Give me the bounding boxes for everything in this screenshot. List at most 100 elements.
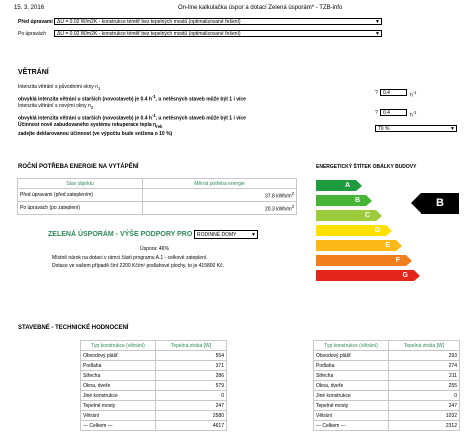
recuperation-label: Účinnost nově zabudovaného systému rekup…: [18, 122, 163, 129]
date: 15. 3. 2016: [14, 5, 45, 11]
after-select[interactable]: ΔU = 0.02 W/m2K - konstrukce téměř bez t…: [54, 30, 382, 37]
heat-loss-value: 2580: [155, 410, 227, 421]
construction-name: Střecha: [313, 370, 389, 381]
heat-loss-value: 247: [155, 400, 227, 411]
new-vent-label: Intenzita větrání s novými okny n2: [18, 103, 94, 110]
heat-loss-value: 247: [388, 400, 460, 411]
col-state-header: Stav objektu: [17, 178, 143, 189]
energy-class-bar-b: B: [316, 195, 372, 206]
support-line-2: Místně nárok na dotaci v rámci části pro…: [52, 255, 208, 261]
orig-vent-label: Intenzita větrání s původními okny n1: [18, 84, 101, 91]
table-row: Větrání 1032: [313, 410, 460, 421]
new-vent-help[interactable]: ?: [375, 110, 378, 116]
bar-arrow-tip: [366, 195, 372, 206]
col-type-header: Typ konstrukce (větrání): [80, 340, 156, 351]
chevron-down-icon: ▼: [375, 31, 380, 37]
bar-arrow-tip: [396, 240, 402, 251]
heat-loss-value: 211: [388, 370, 460, 381]
energy-class-label: A: [344, 182, 350, 189]
orig-vent-help[interactable]: ?: [375, 90, 378, 96]
energy-class-label: C: [364, 212, 370, 219]
table-row: --- Celkem --- 4617: [80, 420, 227, 431]
recuperation-hint: zadejte deklarovanou účinnost (ve výpočt…: [18, 131, 173, 137]
construction-name: Obvodový plášť: [313, 350, 389, 361]
heat-loss-value: 286: [155, 370, 227, 381]
table-row: Po úpravách (po zateplení) 20.3 kWh/m2: [17, 201, 297, 215]
support-select[interactable]: RODINNÉ DOMY ▼: [194, 230, 258, 239]
table-row: Obvodový plášť 554: [80, 350, 227, 361]
heat-loss-value: 0: [388, 390, 460, 401]
need-cell: 37.8 kWh/m2: [142, 188, 297, 202]
construction-name: Podlaha: [80, 360, 156, 371]
state-cell: Před úpravami (před zateplením): [17, 188, 143, 202]
loss-table-before: Typ konstrukce (větrání) Tepelná ztráta …: [80, 340, 227, 431]
table-row: Jiné konstrukce 0: [80, 390, 227, 401]
chevron-down-icon: ▼: [450, 126, 455, 132]
construction-name: --- Celkem ---: [80, 420, 156, 431]
table-row: Okna, dveře 579: [80, 380, 227, 391]
construction-name: --- Celkem ---: [313, 420, 389, 431]
after-label: Po úpravách: [18, 31, 47, 37]
energy-class-label: E: [385, 242, 390, 249]
energy-class-bar-a: A: [316, 180, 362, 191]
need-cell: 20.3 kWh/m2: [142, 201, 297, 215]
chevron-down-icon: ▼: [251, 232, 256, 238]
table-row: Jiné konstrukce 0: [313, 390, 460, 401]
energy-need-heading: ROČNÍ POTŘEBA ENERGIE NA VYTÁPĚNÍ: [18, 164, 139, 170]
heat-loss-value: 2312: [388, 420, 460, 431]
bar-arrow-tip: [376, 210, 382, 221]
table-header-row: Typ konstrukce (větrání) Tepelná ztráta …: [80, 340, 227, 351]
table-header-row: Stav objektu Měrná potřeba energie: [17, 178, 297, 189]
construction-name: Střecha: [80, 370, 156, 381]
construction-name: Tepelné mosty: [80, 400, 156, 411]
construction-name: Větrání: [313, 410, 389, 421]
col-loss-header: Tepelná ztráta [W]: [155, 340, 227, 351]
active-class-indicator: B: [411, 193, 459, 214]
heat-loss-value: 255: [388, 380, 460, 391]
new-vent-input[interactable]: 0.4: [380, 109, 407, 116]
energy-class-bar-d: D: [316, 225, 392, 236]
recuperation-select[interactable]: 70 % ▼: [375, 125, 457, 132]
energy-class-label: B: [354, 197, 360, 204]
energy-label-heading: ENERGETICKÝ ŠTÍTEK OBÁLKY BUDOVY: [316, 164, 417, 170]
before-select-value: ΔU = 0.02 W/m2K - konstrukce téměř bez t…: [57, 19, 241, 25]
energy-class-bar-f: F: [316, 255, 412, 266]
energy-class-label: D: [374, 227, 380, 234]
loss-table-after: Typ konstrukce (větrání) Tepelná ztráta …: [313, 340, 460, 431]
after-select-value: ΔU = 0.02 W/m2K - konstrukce téměř bez t…: [57, 31, 241, 37]
construction-name: Podlaha: [313, 360, 389, 371]
page-title: On-line kalkulačka úspor a dotací Zelená…: [178, 5, 343, 11]
heat-loss-value: 4617: [155, 420, 227, 431]
construction-name: Jiné konstrukce: [80, 390, 156, 401]
heat-loss-value: 554: [155, 350, 227, 361]
heat-loss-value: 293: [388, 350, 460, 361]
table-row: Okna, dveře 255: [313, 380, 460, 391]
before-label: Před úpravami: [18, 19, 53, 25]
table-row: Tepelné mosty 247: [80, 400, 227, 411]
state-cell: Po úpravách (po zateplení): [17, 201, 143, 215]
col-need-header: Měrná potřeba energie: [142, 178, 297, 189]
orig-vent-unit: h-1: [410, 90, 417, 99]
table-row: Střecha 286: [80, 370, 227, 381]
bar-arrow-tip: [406, 255, 412, 266]
ventilation-heading: VĚTRÁNÍ: [18, 69, 49, 76]
before-select[interactable]: ΔU = 0.02 W/m2K - konstrukce téměř bez t…: [54, 18, 382, 25]
bar-arrow-tip: [414, 270, 420, 281]
table-row: Střecha 211: [313, 370, 460, 381]
table-row: Podlaha 371: [80, 360, 227, 371]
energy-class-bar-g: G: [316, 270, 420, 281]
construction-name: Jiné konstrukce: [313, 390, 389, 401]
energy-class-label: F: [395, 257, 400, 264]
table-row: Obvodový plášť 293: [313, 350, 460, 361]
heat-loss-value: 0: [155, 390, 227, 401]
orig-vent-input[interactable]: 0.4: [380, 89, 407, 96]
col-loss-header: Tepelná ztráta [W]: [388, 340, 460, 351]
new-vent-unit: h-1: [410, 110, 417, 119]
new-vent-hint: obvyklá intenzita větrání u starších (no…: [18, 113, 246, 122]
support-line-3: Dotace ve vašem případě činí 2200 Kč/m² …: [52, 263, 224, 269]
table-row: Podlaha 274: [313, 360, 460, 371]
energy-class-bar-e: E: [316, 240, 402, 251]
construction-name: Obvodový plášť: [80, 350, 156, 361]
orig-vent-hint: obvyklá intenzita větrání u starších (no…: [18, 94, 246, 103]
technical-heading: STAVEBNÉ - TECHNICKÉ HODNOCENÍ: [18, 325, 129, 331]
